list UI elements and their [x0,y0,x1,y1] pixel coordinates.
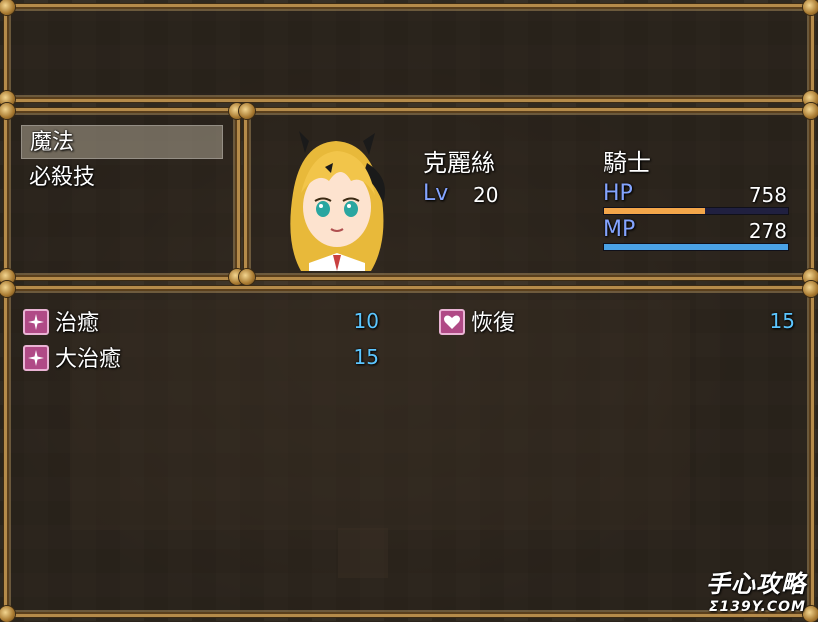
skill-cost: 10 [353,309,379,333]
frame-ornament [0,281,15,297]
actor-name: 克麗絲 [423,149,495,177]
skill-type-special[interactable]: 必殺技 [21,161,223,195]
skill-name: 大治癒 [55,347,122,372]
help-window [0,0,818,107]
mp-value: 278 [748,219,787,243]
hp-value: 758 [748,183,787,207]
skill-cost: 15 [769,309,795,333]
frame-ornament [239,269,255,285]
frame-ornament [0,103,15,119]
frame-ornament [803,103,818,119]
mp-label: MP [603,217,636,242]
actor-status-window: 克麗絲 Lv 20 騎士 HP 758 MP 278 [239,103,818,285]
hp-label: HP [603,181,633,206]
frame-ornament [239,103,255,119]
sparkle-icon [23,309,49,335]
watermark-url: Σ139Y.COM [708,599,806,615]
frame-ornament [0,0,15,15]
mp-gauge [603,243,789,251]
hp-gauge-fill [604,208,706,214]
watermark-title: 手心攻略 [706,570,806,598]
actor-portrait [271,123,401,271]
mp-gauge-fill [604,244,788,250]
heart-icon [439,309,465,335]
sparkle-icon [23,345,49,371]
level-label: Lv [423,181,449,206]
skill-name: 治癒 [55,311,100,336]
frame-ornament [803,0,818,15]
actor-class: 騎士 [603,149,651,177]
skill-cost: 15 [353,345,379,369]
skill-type-magic[interactable]: 魔法 [21,125,223,159]
frame-ornament [803,281,818,297]
skill-name: 恢復 [471,311,516,336]
skill-list-window: 治癒 10 恢復 15 大治癒 15 [0,281,818,622]
skill-type-window: 魔法 必殺技 [0,103,245,285]
site-watermark: 手心攻略 Σ139Y.COM [706,564,806,615]
level-value: 20 [473,183,499,207]
hp-gauge [603,207,789,215]
